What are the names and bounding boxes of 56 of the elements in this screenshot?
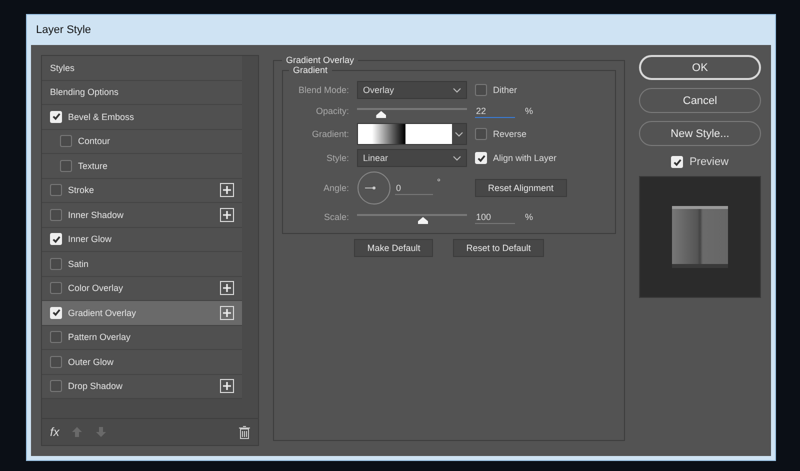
dialog-button[interactable]: Cancel bbox=[639, 88, 761, 113]
group-title: Gradient bbox=[292, 65, 329, 75]
group-title: Gradient Overlay bbox=[285, 55, 356, 65]
field-label: Blend Mode: bbox=[297, 85, 349, 95]
style-label: Outer Glow bbox=[68, 356, 114, 367]
style-label: Inner Shadow bbox=[68, 210, 124, 220]
style-label: Color Overlay bbox=[68, 283, 124, 294]
style-item[interactable]: Color Overlay bbox=[42, 276, 242, 301]
style-item[interactable]: Drop Shadow bbox=[42, 374, 242, 399]
style-item[interactable]: Satin bbox=[42, 252, 242, 276]
style-label: Texture bbox=[78, 160, 108, 171]
style-item[interactable]: Contour bbox=[42, 130, 242, 154]
style-label: Gradient Overlay bbox=[68, 308, 136, 318]
style-label: Satin bbox=[68, 258, 89, 269]
scale-field[interactable]: 100 bbox=[475, 210, 515, 224]
checkbox-label: Dither bbox=[493, 85, 518, 95]
style-dropdown[interactable]: Linear bbox=[357, 149, 467, 167]
field-label: Gradient: bbox=[310, 129, 349, 139]
style-item[interactable]: Stroke bbox=[42, 178, 242, 203]
reset-alignment-button[interactable]: Reset Alignment bbox=[475, 179, 567, 197]
field-label: Scale: bbox=[322, 212, 349, 222]
style-label: Stroke bbox=[68, 185, 94, 196]
style-item[interactable]: Outer Glow bbox=[42, 350, 242, 374]
style-item[interactable]: Texture bbox=[42, 154, 242, 178]
checkbox-label: Align with Layer bbox=[493, 153, 557, 163]
unit-label: % bbox=[525, 106, 534, 116]
style-item[interactable]: Bevel & Emboss bbox=[42, 105, 242, 130]
field-label: Opacity: bbox=[314, 106, 349, 116]
dialog-button[interactable]: New Style... bbox=[639, 121, 761, 146]
checkbox-label: Preview bbox=[689, 156, 729, 168]
style-item[interactable]: Pattern Overlay bbox=[42, 326, 242, 350]
default-button[interactable]: Make Default bbox=[354, 239, 434, 257]
fx-button[interactable]: fx bbox=[50, 425, 60, 439]
style-label: Pattern Overlay bbox=[68, 332, 131, 342]
window-title: Layer Style bbox=[35, 24, 92, 36]
dialog-button[interactable]: OK bbox=[639, 55, 761, 80]
blend-mode-dropdown[interactable]: Overlay bbox=[357, 81, 467, 99]
style-item[interactable]: Inner Glow bbox=[42, 228, 242, 252]
unit-label: ° bbox=[437, 177, 441, 187]
style-label: Inner Glow bbox=[68, 234, 112, 244]
style-item[interactable]: Gradient Overlay bbox=[42, 301, 242, 326]
style-label: Drop Shadow bbox=[68, 381, 123, 392]
style-label: Blending Options bbox=[50, 87, 119, 98]
opacity-field[interactable]: 22 bbox=[475, 104, 515, 118]
style-item[interactable]: Inner Shadow bbox=[42, 203, 242, 228]
unit-label: % bbox=[525, 212, 534, 222]
style-label: Styles bbox=[50, 62, 75, 73]
checkbox-label: Reverse bbox=[493, 129, 527, 139]
style-label: Bevel & Emboss bbox=[68, 112, 134, 122]
style-item[interactable]: Blending Options bbox=[42, 80, 242, 105]
style-label: Contour bbox=[78, 136, 110, 146]
field-label: Angle: bbox=[322, 183, 349, 193]
style-item[interactable]: Styles bbox=[42, 56, 242, 80]
field-label: Style: bbox=[325, 153, 349, 163]
default-button[interactable]: Reset to Default bbox=[453, 239, 544, 257]
angle-field[interactable]: 0 bbox=[395, 182, 433, 194]
